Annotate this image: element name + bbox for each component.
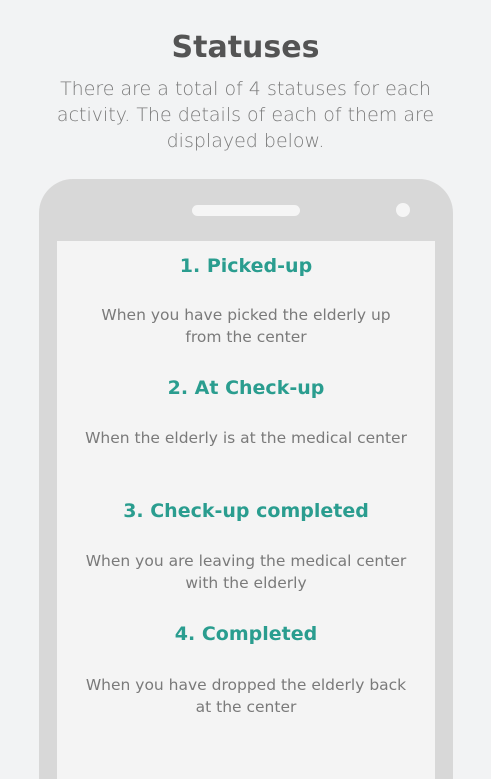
status-description: When you are leaving the medical center … [85, 552, 407, 592]
status-title: 1. Picked-up [179, 255, 313, 277]
page-title: Statuses [171, 30, 320, 65]
status-description: When the elderly is at the medical cente… [85, 429, 407, 447]
status-title: 3. Check-up completed [123, 500, 369, 522]
status-description: When you have dropped the elderly back a… [85, 676, 407, 716]
page-subtitle: There are a total of 4 statuses for each… [56, 78, 435, 152]
phone-camera [396, 203, 410, 217]
status-item-picked-up: 1. Picked-up When you have picked the el… [57, 253, 435, 348]
phone-screen: 1. Picked-up When you have picked the el… [57, 241, 435, 779]
status-title: 2. At Check-up [167, 377, 325, 399]
status-item-at-check-up: 2. At Check-up When the elderly is at th… [57, 375, 435, 449]
status-item-completed: 4. Completed When you have dropped the e… [57, 621, 435, 718]
status-description: When you have picked the elderly up from… [101, 306, 391, 346]
status-title: 4. Completed [174, 623, 318, 645]
status-item-check-up-completed: 3. Check-up completed When you are leavi… [57, 498, 435, 594]
phone-mockup: 1. Picked-up When you have picked the el… [39, 179, 453, 779]
phone-speaker [192, 205, 300, 216]
